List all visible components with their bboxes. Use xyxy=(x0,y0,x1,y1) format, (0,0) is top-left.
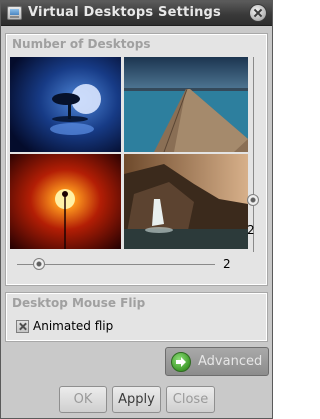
close-window-button[interactable] xyxy=(249,4,267,22)
columns-slider-track[interactable] xyxy=(17,264,215,265)
rows-slider-handle[interactable] xyxy=(247,194,259,206)
advanced-button-label: Advanced xyxy=(198,354,263,369)
title-bar[interactable]: Virtual Desktops Settings xyxy=(1,1,272,26)
desktop-4-preview[interactable] xyxy=(124,154,248,249)
desktop-2-preview[interactable] xyxy=(124,57,248,152)
columns-slider-value: 2 xyxy=(223,257,231,271)
desktops-group: Number of Desktops 2 2 xyxy=(5,33,268,286)
mouse-flip-group-title: Desktop Mouse Flip xyxy=(12,296,146,310)
arrow-right-icon xyxy=(171,352,191,372)
settings-window: Virtual Desktops Settings Number of Desk… xyxy=(0,0,273,419)
rows-slider-value: 2 xyxy=(247,223,255,237)
ok-button[interactable]: OK xyxy=(59,386,107,413)
close-button[interactable]: Close xyxy=(166,386,215,413)
desktop-3-preview[interactable] xyxy=(10,154,121,249)
window-title: Virtual Desktops Settings xyxy=(28,5,221,20)
animated-flip-label[interactable]: Animated flip xyxy=(33,319,113,333)
columns-slider-handle[interactable] xyxy=(33,258,45,270)
desktop-1-preview[interactable] xyxy=(10,57,121,152)
desktop-preview-grid xyxy=(10,57,248,249)
desktops-group-title: Number of Desktops xyxy=(12,37,151,51)
mouse-flip-group: Desktop Mouse Flip Animated flip xyxy=(5,292,268,342)
animated-flip-checkbox[interactable] xyxy=(16,320,29,333)
virtual-desktops-icon xyxy=(7,6,22,20)
advanced-button[interactable]: Advanced xyxy=(165,347,269,376)
apply-button[interactable]: Apply xyxy=(112,386,161,413)
